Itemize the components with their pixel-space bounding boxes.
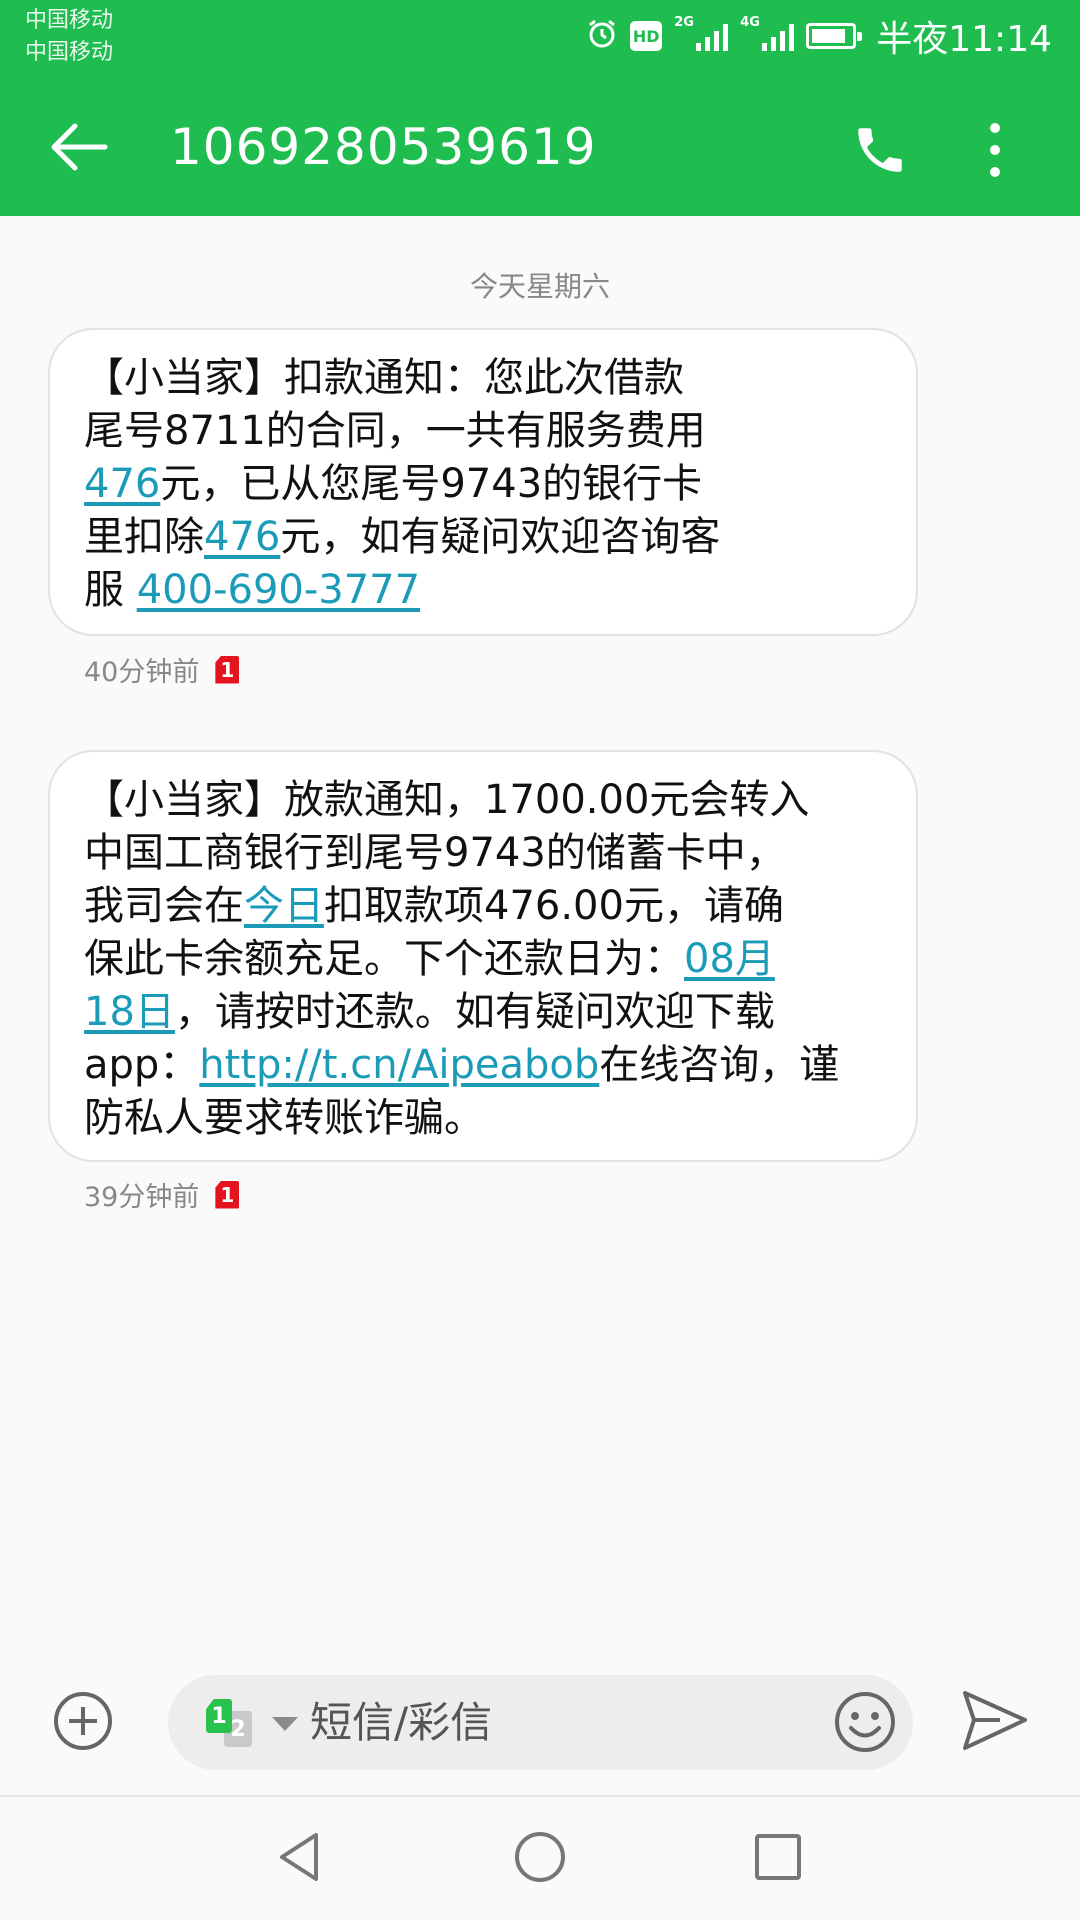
sim-card-icon: 1: [215, 655, 240, 684]
emoji-icon: [835, 1692, 895, 1752]
dropdown-caret-icon[interactable]: [272, 1717, 298, 1731]
message-link[interactable]: 08月: [684, 936, 775, 982]
message-input-container: 2 1: [168, 1675, 913, 1770]
message-text: 【小当家】扣款通知：您此次借款: [84, 355, 684, 401]
nav-home-icon: [515, 1832, 565, 1882]
message-bubble[interactable]: 【小当家】放款通知，1700.00元会转入 中国工商银行到尾号9743的储蓄卡中，…: [48, 750, 918, 1162]
more-vertical-icon: [990, 123, 1000, 177]
message-text: 中国工商银行到尾号9743的储蓄卡中，: [84, 830, 786, 876]
message-line: 里扣除476元，如有疑问欢迎咨询客: [84, 511, 886, 564]
add-icon: [54, 1692, 112, 1750]
signal-icon: 2G: [674, 15, 729, 51]
nav-back-icon: [280, 1833, 318, 1881]
message-link[interactable]: 今日: [244, 883, 324, 929]
navigation-bar: [0, 1795, 1080, 1920]
hd-icon: HD: [630, 21, 663, 51]
top-bar: 中国移动 中国移动 HD 2G 4G 半夜11:14 1069280539619: [0, 0, 1080, 216]
message-line: 保此卡余额充足。下个还款日为：08月: [84, 933, 886, 986]
message-time: 39分钟前: [84, 1182, 200, 1213]
more-options-button[interactable]: [965, 110, 1025, 190]
message-text: 保此卡余额充足。下个还款日为：: [84, 936, 684, 982]
message-link[interactable]: 18日: [84, 989, 175, 1035]
message-text: 元，已从您尾号9743的银行卡: [160, 461, 703, 507]
carrier-label-2: 中国移动: [25, 40, 114, 65]
emoji-button[interactable]: [832, 1689, 898, 1755]
message-input[interactable]: [310, 1675, 750, 1770]
message-text: 里扣除: [84, 514, 204, 560]
nav-recents-button[interactable]: [748, 1827, 808, 1887]
network-type-label: 4G: [740, 15, 760, 30]
back-arrow-icon: [51, 123, 108, 171]
message-time: 40分钟前: [84, 657, 200, 688]
battery-icon: [806, 23, 863, 49]
message-text: 元，如有疑问欢迎咨询客: [280, 514, 721, 560]
message-link[interactable]: 400-690-3777: [137, 567, 420, 613]
message-link[interactable]: http://t.cn/Aipeabob: [199, 1042, 599, 1088]
message-text: ，请按时还款。如有疑问欢迎下载: [174, 989, 775, 1035]
composer-bar: 2 1: [0, 1660, 1080, 1780]
message-text: 在线咨询，谨: [599, 1042, 840, 1088]
message-meta: 39分钟前 1: [84, 1175, 240, 1214]
message-text: 服: [84, 567, 137, 613]
call-button[interactable]: [840, 110, 920, 190]
nav-recents-icon: [755, 1834, 801, 1880]
conversation-title: 1069280539619: [170, 118, 597, 176]
alarm-icon: [586, 18, 618, 54]
message-meta: 40分钟前 1: [84, 650, 240, 689]
message-line: 尾号8711的合同，一共有服务费用: [84, 405, 886, 458]
message-line: 18日，请按时还款。如有疑问欢迎下载: [84, 986, 886, 1039]
date-separator: 今天星期六: [469, 270, 610, 303]
signal-icon: 4G: [740, 15, 795, 51]
message-bubble[interactable]: 【小当家】扣款通知：您此次借款 尾号8711的合同，一共有服务费用 476元，已从您…: [48, 328, 918, 636]
message-text: 扣取款项476.00元，请确: [324, 883, 784, 929]
message-line: 服 400-690-3777: [84, 564, 886, 617]
sim-primary-icon: 1: [206, 1699, 232, 1733]
send-icon: [963, 1691, 1027, 1750]
message-link[interactable]: 476: [84, 461, 160, 507]
network-type-label: 2G: [674, 15, 694, 30]
carrier-label-1: 中国移动: [25, 8, 114, 33]
send-button[interactable]: [960, 1688, 1030, 1753]
message-line: 476元，已从您尾号9743的银行卡: [84, 458, 886, 511]
sim-card-icon: 1: [215, 1180, 240, 1209]
message-text: 防私人要求转账诈骗。: [84, 1095, 484, 1141]
nav-back-button[interactable]: [270, 1827, 330, 1887]
app-bar: 1069280539619: [0, 90, 1080, 200]
message-link[interactable]: 476: [204, 514, 280, 560]
message-line: 防私人要求转账诈骗。: [84, 1092, 886, 1145]
message-line: 【小当家】扣款通知：您此次借款: [84, 352, 886, 405]
message-line: 我司会在今日扣取款项476.00元，请确: [84, 880, 886, 933]
message-text: 我司会在: [84, 883, 244, 929]
message-line: app：http://t.cn/Aipeabob在线咨询，谨: [84, 1039, 886, 1092]
phone-icon: [858, 128, 902, 172]
status-bar: 中国移动 中国移动 HD 2G 4G 半夜11:14: [0, 0, 1080, 80]
status-time: 半夜11:14: [876, 19, 1052, 60]
message-text: app：: [84, 1042, 200, 1088]
sim-switch-button[interactable]: 2 1: [206, 1697, 266, 1747]
add-attachment-button[interactable]: [52, 1690, 114, 1752]
message-text: 尾号8711的合同，一共有服务费用: [84, 408, 706, 454]
back-button[interactable]: [44, 112, 114, 182]
message-line: 【小当家】放款通知，1700.00元会转入: [84, 774, 886, 827]
message-line: 中国工商银行到尾号9743的储蓄卡中，: [84, 827, 886, 880]
nav-home-button[interactable]: [510, 1827, 570, 1887]
message-text: 【小当家】放款通知，1700.00元会转入: [84, 777, 810, 823]
status-icons: HD 2G 4G 半夜11:14: [586, 14, 1052, 60]
